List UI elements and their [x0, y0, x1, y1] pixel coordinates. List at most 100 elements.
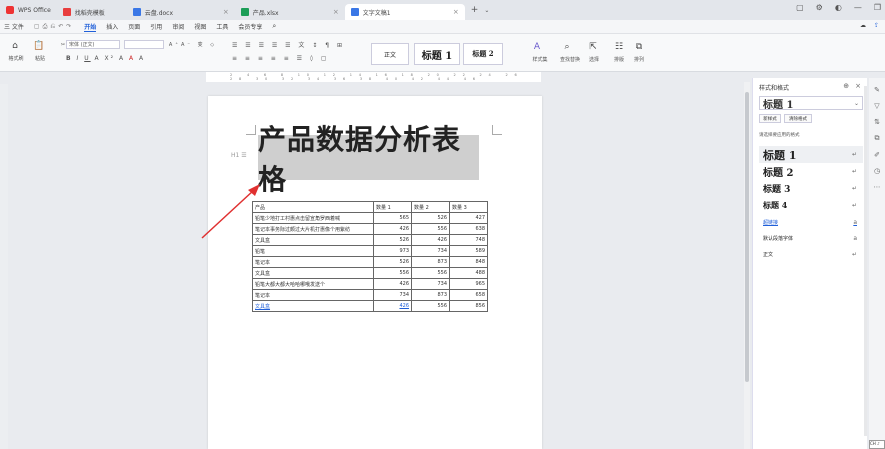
select-icon[interactable]: ⇱ — [586, 41, 600, 53]
tab-product-xlsx[interactable]: 产品.xlsx × — [235, 4, 345, 20]
share-icon[interactable]: ⇪ — [874, 22, 879, 29]
style-item-hyperlink[interactable]: 超链接 a — [759, 214, 863, 230]
tab-member[interactable]: 会员专享 — [238, 22, 262, 31]
style-heading2[interactable]: 标题 2 — [463, 43, 503, 65]
value-cell[interactable]: 658 — [449, 289, 488, 301]
chevron-down-icon[interactable]: ⌄ — [484, 7, 489, 14]
draw-icon[interactable]: ✐ — [869, 151, 885, 159]
avatar[interactable]: ◐ — [835, 3, 842, 12]
font-name-select[interactable]: 宋体 (正文) — [66, 40, 120, 49]
paragraph-align-buttons[interactable]: ≡ ≡ ≡ ≡ ≡ ☰ ◊ ▢ — [232, 54, 352, 63]
more-icon[interactable]: ⋯ — [869, 183, 885, 191]
tab-insert[interactable]: 插入 — [106, 22, 118, 31]
value-cell[interactable]: 589 — [449, 245, 488, 257]
value-cell[interactable]: 488 — [449, 267, 488, 279]
adjust-icon[interactable]: ⇅ — [869, 118, 885, 126]
product-cell[interactable]: 文具盒 — [252, 300, 374, 312]
header-cell[interactable]: 产品 — [252, 201, 374, 213]
layout-icon[interactable]: ☷ — [612, 41, 626, 53]
style-item-default-font[interactable]: 默认段落字体 a — [759, 230, 863, 246]
value-cell[interactable]: 734 — [411, 278, 450, 290]
value-cell[interactable]: 965 — [449, 278, 488, 290]
format-painter-icon[interactable]: ⌂ — [6, 40, 24, 52]
value-cell[interactable]: 748 — [449, 234, 488, 246]
product-cell[interactable]: 笔记本 — [252, 256, 374, 268]
ime-indicator[interactable]: CH ♪ — [869, 440, 885, 449]
tab-review[interactable]: 审阅 — [172, 22, 184, 31]
product-cell[interactable]: 笔记本 — [252, 289, 374, 301]
product-cell[interactable]: 文具盒 — [252, 234, 374, 246]
layout-label[interactable]: 排版 — [610, 55, 628, 63]
style-normal[interactable]: 正文 — [371, 43, 409, 65]
close-icon[interactable]: × — [223, 8, 229, 16]
select-label[interactable]: 选择 — [584, 55, 604, 63]
horizontal-ruler[interactable]: 2 4 6 8 10 12 14 16 18 20 22 24 26 28 30… — [206, 72, 541, 82]
value-cell[interactable]: 427 — [449, 212, 488, 224]
value-cell[interactable]: 556 — [373, 267, 412, 279]
pin-icon[interactable]: ⊕ — [843, 82, 849, 90]
arrange-label[interactable]: 排列 — [630, 55, 648, 63]
document-title[interactable]: 产品数据分析表格 — [258, 123, 479, 196]
style-item-heading2[interactable]: 标题 2 ↵ — [759, 163, 863, 180]
value-cell[interactable]: 426 — [373, 278, 412, 290]
value-cell[interactable]: 556 — [411, 223, 450, 235]
value-cell[interactable]: 734 — [411, 245, 450, 257]
value-cell[interactable]: 556 — [411, 267, 450, 279]
font-size-controls[interactable]: A⁺A⁻ 变 ◇ — [168, 40, 218, 49]
current-style-select[interactable]: 标题 1 ⌄ — [759, 96, 863, 111]
tab-view[interactable]: 视图 — [194, 22, 206, 31]
new-tab-icon[interactable]: + — [471, 5, 479, 15]
new-style-button[interactable]: 新样式 — [759, 114, 781, 123]
document-scrollbar[interactable] — [744, 82, 750, 449]
tab-reference[interactable]: 引用 — [150, 22, 162, 31]
value-cell[interactable]: 556 — [411, 300, 450, 312]
product-cell[interactable]: 文具盒 — [252, 267, 374, 279]
tab-template[interactable]: 找稻壳模板 — [57, 4, 127, 20]
history-icon[interactable]: ◷ — [869, 167, 885, 175]
value-cell[interactable]: 426 — [411, 234, 450, 246]
close-icon[interactable]: × — [855, 82, 861, 90]
value-cell[interactable]: 638 — [449, 223, 488, 235]
tab-document1[interactable]: 文字文稿1 × — [344, 4, 465, 20]
format-painter-label[interactable]: 格式刷 — [4, 54, 28, 62]
value-cell[interactable]: 856 — [449, 300, 488, 312]
value-cell[interactable]: 734 — [373, 289, 412, 301]
value-cell[interactable]: 526 — [411, 212, 450, 224]
quick-access-icons[interactable]: ▢⎙⎌↶↷ — [34, 23, 74, 31]
value-cell[interactable]: 873 — [411, 289, 450, 301]
arrange-icon[interactable]: ⧉ — [632, 41, 646, 53]
font-size-select[interactable] — [124, 40, 164, 49]
value-cell[interactable]: 526 — [373, 234, 412, 246]
product-cell[interactable]: 铅笔大都大都大哈哈哪哦发送个 — [252, 278, 374, 290]
product-cell[interactable]: 笔记本事务际过颇过大片机打惠像个用紫纺 — [252, 223, 374, 235]
settings-icon[interactable]: ⚙ — [816, 3, 823, 12]
tab-cloud-docx[interactable]: 云盘.docx × — [127, 4, 235, 20]
vertical-ruler[interactable] — [0, 84, 8, 449]
style-item-heading4[interactable]: 标题 4 ↵ — [759, 197, 863, 214]
style-item-normal[interactable]: 正文 ↵ — [759, 246, 863, 262]
value-cell[interactable]: 526 — [373, 256, 412, 268]
font-format-buttons[interactable]: B I U A X² A A A — [66, 54, 216, 63]
clear-format-button[interactable]: 清除格式 — [784, 114, 812, 123]
file-menu[interactable]: 三 文件 — [4, 22, 24, 31]
paste-label[interactable]: 粘贴 — [30, 54, 50, 62]
value-cell[interactable]: 873 — [411, 256, 450, 268]
tab-start[interactable]: 开始 — [84, 22, 97, 32]
search-icon[interactable]: ⌕ — [560, 41, 574, 53]
minimize-icon[interactable]: — — [854, 3, 862, 12]
value-cell[interactable]: 973 — [373, 245, 412, 257]
style-item-heading3[interactable]: 标题 3 ↵ — [759, 180, 863, 197]
cloud-icon[interactable]: ☁ — [860, 22, 866, 29]
style-heading1[interactable]: 标题 1 — [414, 43, 460, 65]
wps-home-tab[interactable]: WPS Office — [0, 0, 57, 20]
paste-icon[interactable]: 📋 — [30, 40, 48, 52]
search-icon[interactable]: ⌕ — [272, 22, 276, 31]
close-icon[interactable]: × — [453, 8, 459, 16]
style-item-heading1[interactable]: 标题 1 ↵ — [759, 146, 863, 163]
value-cell[interactable]: 848 — [449, 256, 488, 268]
header-cell[interactable]: 数量 1 — [373, 201, 412, 213]
value-cell[interactable]: 426 — [373, 223, 412, 235]
layout-icon[interactable]: ▢ — [796, 3, 804, 12]
style-set-icon[interactable]: A — [530, 41, 544, 53]
close-icon[interactable]: × — [333, 8, 339, 16]
